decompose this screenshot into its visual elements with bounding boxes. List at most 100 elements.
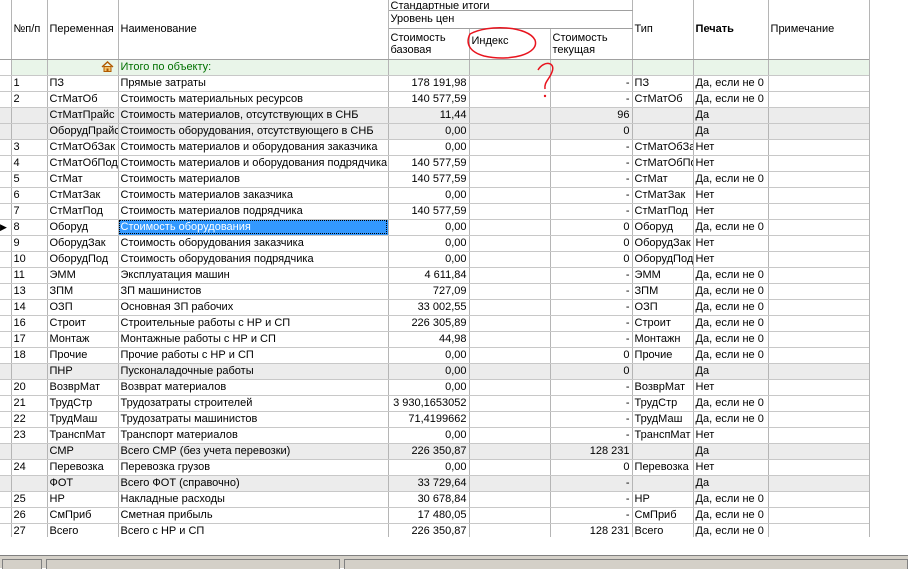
type-cell[interactable]: ТрудСтр [632,395,694,412]
index-cell[interactable] [469,75,551,92]
base-cost-cell[interactable]: 11,44 [388,107,470,124]
print-cell[interactable]: Да, если не 0 [693,315,769,332]
variable-cell[interactable]: Перевозка [47,459,119,476]
table-row[interactable]: ПНР Пусконаладочные работы 0,00 0 Да [0,363,870,380]
row-number-cell[interactable]: 22 [11,411,48,428]
note-cell[interactable] [768,411,870,428]
row-number-cell[interactable]: 9 [11,235,48,252]
index-cell[interactable] [469,363,551,380]
type-cell[interactable] [632,443,694,460]
index-cell[interactable] [469,427,551,444]
name-cell[interactable]: ЗП машинистов [118,283,389,300]
type-cell[interactable]: ПЗ [632,75,694,92]
header-variable[interactable]: Переменная [47,0,119,60]
variable-cell[interactable]: Строит [47,315,119,332]
print-cell[interactable]: Да [693,443,769,460]
header-type[interactable]: Тип [632,0,694,60]
table-row[interactable]: 18 Прочие Прочие работы с НР и СП 0,00 0 Проч… [0,347,870,364]
print-cell[interactable]: Да, если не 0 [693,299,769,316]
row-number-cell[interactable]: 6 [11,187,48,204]
base-cost-cell[interactable]: 178 191,98 [388,75,470,92]
row-number-cell[interactable]: 5 [11,171,48,188]
type-cell[interactable] [632,475,694,492]
current-cost-cell[interactable]: - [550,491,633,508]
print-cell[interactable]: Да, если не 0 [693,491,769,508]
row-number-cell[interactable] [11,475,48,492]
print-cell[interactable]: Нет [693,459,769,476]
note-cell[interactable] [768,187,870,204]
index-cell[interactable] [469,491,551,508]
variable-cell[interactable]: ОЗП [47,299,119,316]
note-cell[interactable] [768,107,870,124]
note-cell[interactable] [768,315,870,332]
type-cell[interactable]: СмПриб [632,507,694,524]
print-cell[interactable]: Да, если не 0 [693,219,769,236]
print-cell[interactable]: Нет [693,251,769,268]
table-row[interactable]: 22 ТрудМаш Трудозатраты машинистов 71,41996… [0,411,870,428]
print-cell[interactable]: Да, если не 0 [693,395,769,412]
name-cell[interactable]: Перевозка грузов [118,459,389,476]
type-cell[interactable]: ОборудЗак [632,235,694,252]
row-number-cell[interactable]: 24 [11,459,48,476]
table-row[interactable]: 2 СтМатОб Стоимость материальных ресурсов 1… [0,91,870,108]
row-number-cell[interactable]: 20 [11,379,48,396]
note-cell[interactable] [768,395,870,412]
note-cell[interactable] [768,75,870,92]
variable-cell[interactable]: СтМатПрайс [47,107,119,124]
note-cell[interactable] [768,491,870,508]
note-cell[interactable] [768,155,870,172]
note-cell[interactable] [768,139,870,156]
note-cell[interactable] [768,475,870,492]
name-cell[interactable]: Стоимость материалов и оборудования зака… [118,139,389,156]
base-cost-cell[interactable]: 30 678,84 [388,491,470,508]
index-cell[interactable] [469,123,551,140]
type-cell[interactable] [632,107,694,124]
table-row[interactable]: ОборудПрайс Стоимость оборудования, отсут… [0,123,870,140]
name-cell[interactable]: Сметная прибыль [118,507,389,524]
current-cost-cell[interactable]: - [550,507,633,524]
variable-cell[interactable]: СтМатПод [47,203,119,220]
note-cell[interactable] [768,251,870,268]
object-total-row[interactable]: Итого по объекту: [0,59,870,76]
current-cost-cell[interactable]: 0 [550,347,633,364]
row-number-cell[interactable]: 4 [11,155,48,172]
index-cell[interactable] [469,187,551,204]
type-cell[interactable]: СтМатОб [632,91,694,108]
print-cell[interactable]: Да [693,363,769,380]
name-cell[interactable]: Стоимость оборудования [118,219,389,236]
variable-cell[interactable]: СмПриб [47,507,119,524]
table-row[interactable]: 3 СтМатОбЗак Стоимость материалов и оборуд… [0,139,870,156]
type-cell[interactable]: ТрудМаш [632,411,694,428]
name-cell[interactable]: Стоимость материальных ресурсов [118,91,389,108]
print-cell[interactable]: Нет [693,427,769,444]
table-row[interactable]: СтМатПрайс Стоимость материалов, отсутств… [0,107,870,124]
current-cost-cell[interactable]: - [550,331,633,348]
name-cell[interactable]: Основная ЗП рабочих [118,299,389,316]
header-note[interactable]: Примечание [768,0,870,60]
type-cell[interactable]: ОборудПод [632,251,694,268]
row-number-cell[interactable] [11,107,48,124]
index-cell[interactable] [469,139,551,156]
print-cell[interactable]: Нет [693,187,769,204]
index-cell[interactable] [469,251,551,268]
row-number-cell[interactable]: 23 [11,427,48,444]
print-cell[interactable]: Да [693,475,769,492]
base-cost-cell[interactable]: 140 577,59 [388,155,470,172]
note-cell[interactable] [768,443,870,460]
print-cell[interactable]: Нет [693,379,769,396]
table-row[interactable]: 17 Монтаж Монтажные работы с НР и СП 44,98 -… [0,331,870,348]
row-number-cell[interactable] [11,123,48,140]
index-cell[interactable] [469,219,551,236]
table-row[interactable]: 4 СтМатОбПод Стоимость материалов и оборуд… [0,155,870,172]
row-number-cell[interactable]: 25 [11,491,48,508]
table-row[interactable]: 10 ОборудПод Стоимость оборудования подряд… [0,251,870,268]
row-number-cell[interactable]: 18 [11,347,48,364]
base-cost-cell[interactable]: 0,00 [388,235,470,252]
base-cost-cell[interactable]: 0,00 [388,251,470,268]
current-cost-cell[interactable]: 0 [550,251,633,268]
current-cost-cell[interactable]: - [550,299,633,316]
print-cell[interactable]: Нет [693,235,769,252]
table-row[interactable]: 6 СтМатЗак Стоимость материалов заказчика 0… [0,187,870,204]
variable-cell[interactable]: НР [47,491,119,508]
name-cell[interactable]: Монтажные работы с НР и СП [118,331,389,348]
